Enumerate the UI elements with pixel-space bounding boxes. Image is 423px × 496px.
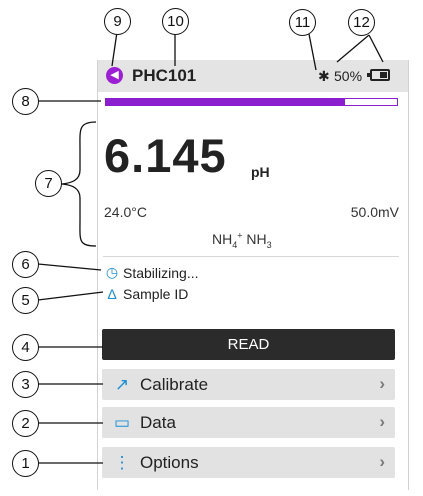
sample-id-label: Sample ID: [123, 286, 189, 302]
sample-id-status: Δ Sample ID: [104, 286, 188, 302]
device-name: PHC101: [132, 66, 197, 85]
battery-level-fill: [380, 72, 387, 78]
calibrate-button[interactable]: ↗ Calibrate ›: [102, 369, 395, 400]
reading-value: 6.145: [104, 129, 227, 182]
bluetooth-icon: ✱: [318, 68, 330, 84]
divider: [103, 256, 399, 257]
read-button[interactable]: READ: [102, 329, 395, 360]
callout-11: 11: [289, 9, 316, 36]
reading-unit: pH: [251, 164, 270, 180]
ion-species: NH4+ NH3: [212, 230, 272, 249]
battery-percent: 50%: [334, 68, 363, 84]
chevron-right-icon: ›: [379, 452, 385, 471]
callout-7: 7: [35, 170, 62, 197]
status-bar: ◀ PHC101 ✱ 50%: [98, 60, 408, 92]
stabilizing-label: Stabilizing...: [123, 264, 199, 281]
calibrate-label: Calibrate: [140, 374, 209, 394]
callout-1: 1: [12, 450, 39, 477]
data-button[interactable]: ▭ Data ›: [102, 407, 395, 438]
callout-3: 3: [12, 371, 39, 398]
battery-icon: [367, 69, 390, 81]
back-arrow-icon[interactable]: ◀: [106, 67, 123, 84]
callout-6: 6: [12, 251, 39, 278]
callout-10: 10: [162, 8, 189, 35]
chevron-right-icon: ›: [379, 412, 385, 431]
clock-icon: ◷: [105, 264, 119, 280]
callout-12: 12: [348, 9, 375, 36]
stabilizing-status: ◷ Stabilizing...: [104, 264, 199, 281]
chevron-right-icon: ›: [379, 374, 385, 393]
stability-progress-bar: [105, 98, 398, 106]
millivolt-value: 50.0mV: [350, 204, 399, 220]
callout-5: 5: [12, 287, 39, 314]
temperature-value: 24.0°C: [104, 204, 147, 220]
callout-4: 4: [12, 334, 39, 361]
callout-2: 2: [12, 410, 39, 437]
callout-9: 9: [104, 8, 131, 35]
callout-8: 8: [12, 88, 39, 115]
options-button[interactable]: ⋮ Options ›: [102, 447, 395, 478]
options-label: Options: [140, 452, 199, 472]
meter-screen: ◀ PHC101 ✱ 50% 6.145 pH 24.0°C 50.0mV NH…: [97, 60, 409, 490]
stability-progress-fill: [106, 99, 345, 105]
calibration-graph-icon: ↗: [114, 374, 130, 394]
folder-icon: ▭: [113, 412, 131, 432]
ion-ammonium: NH4+: [212, 230, 243, 250]
vertical-dots-icon: ⋮: [113, 452, 131, 472]
ion-ammonia: NH3: [246, 230, 272, 250]
data-label: Data: [140, 412, 176, 432]
flask-icon: Δ: [107, 286, 117, 302]
